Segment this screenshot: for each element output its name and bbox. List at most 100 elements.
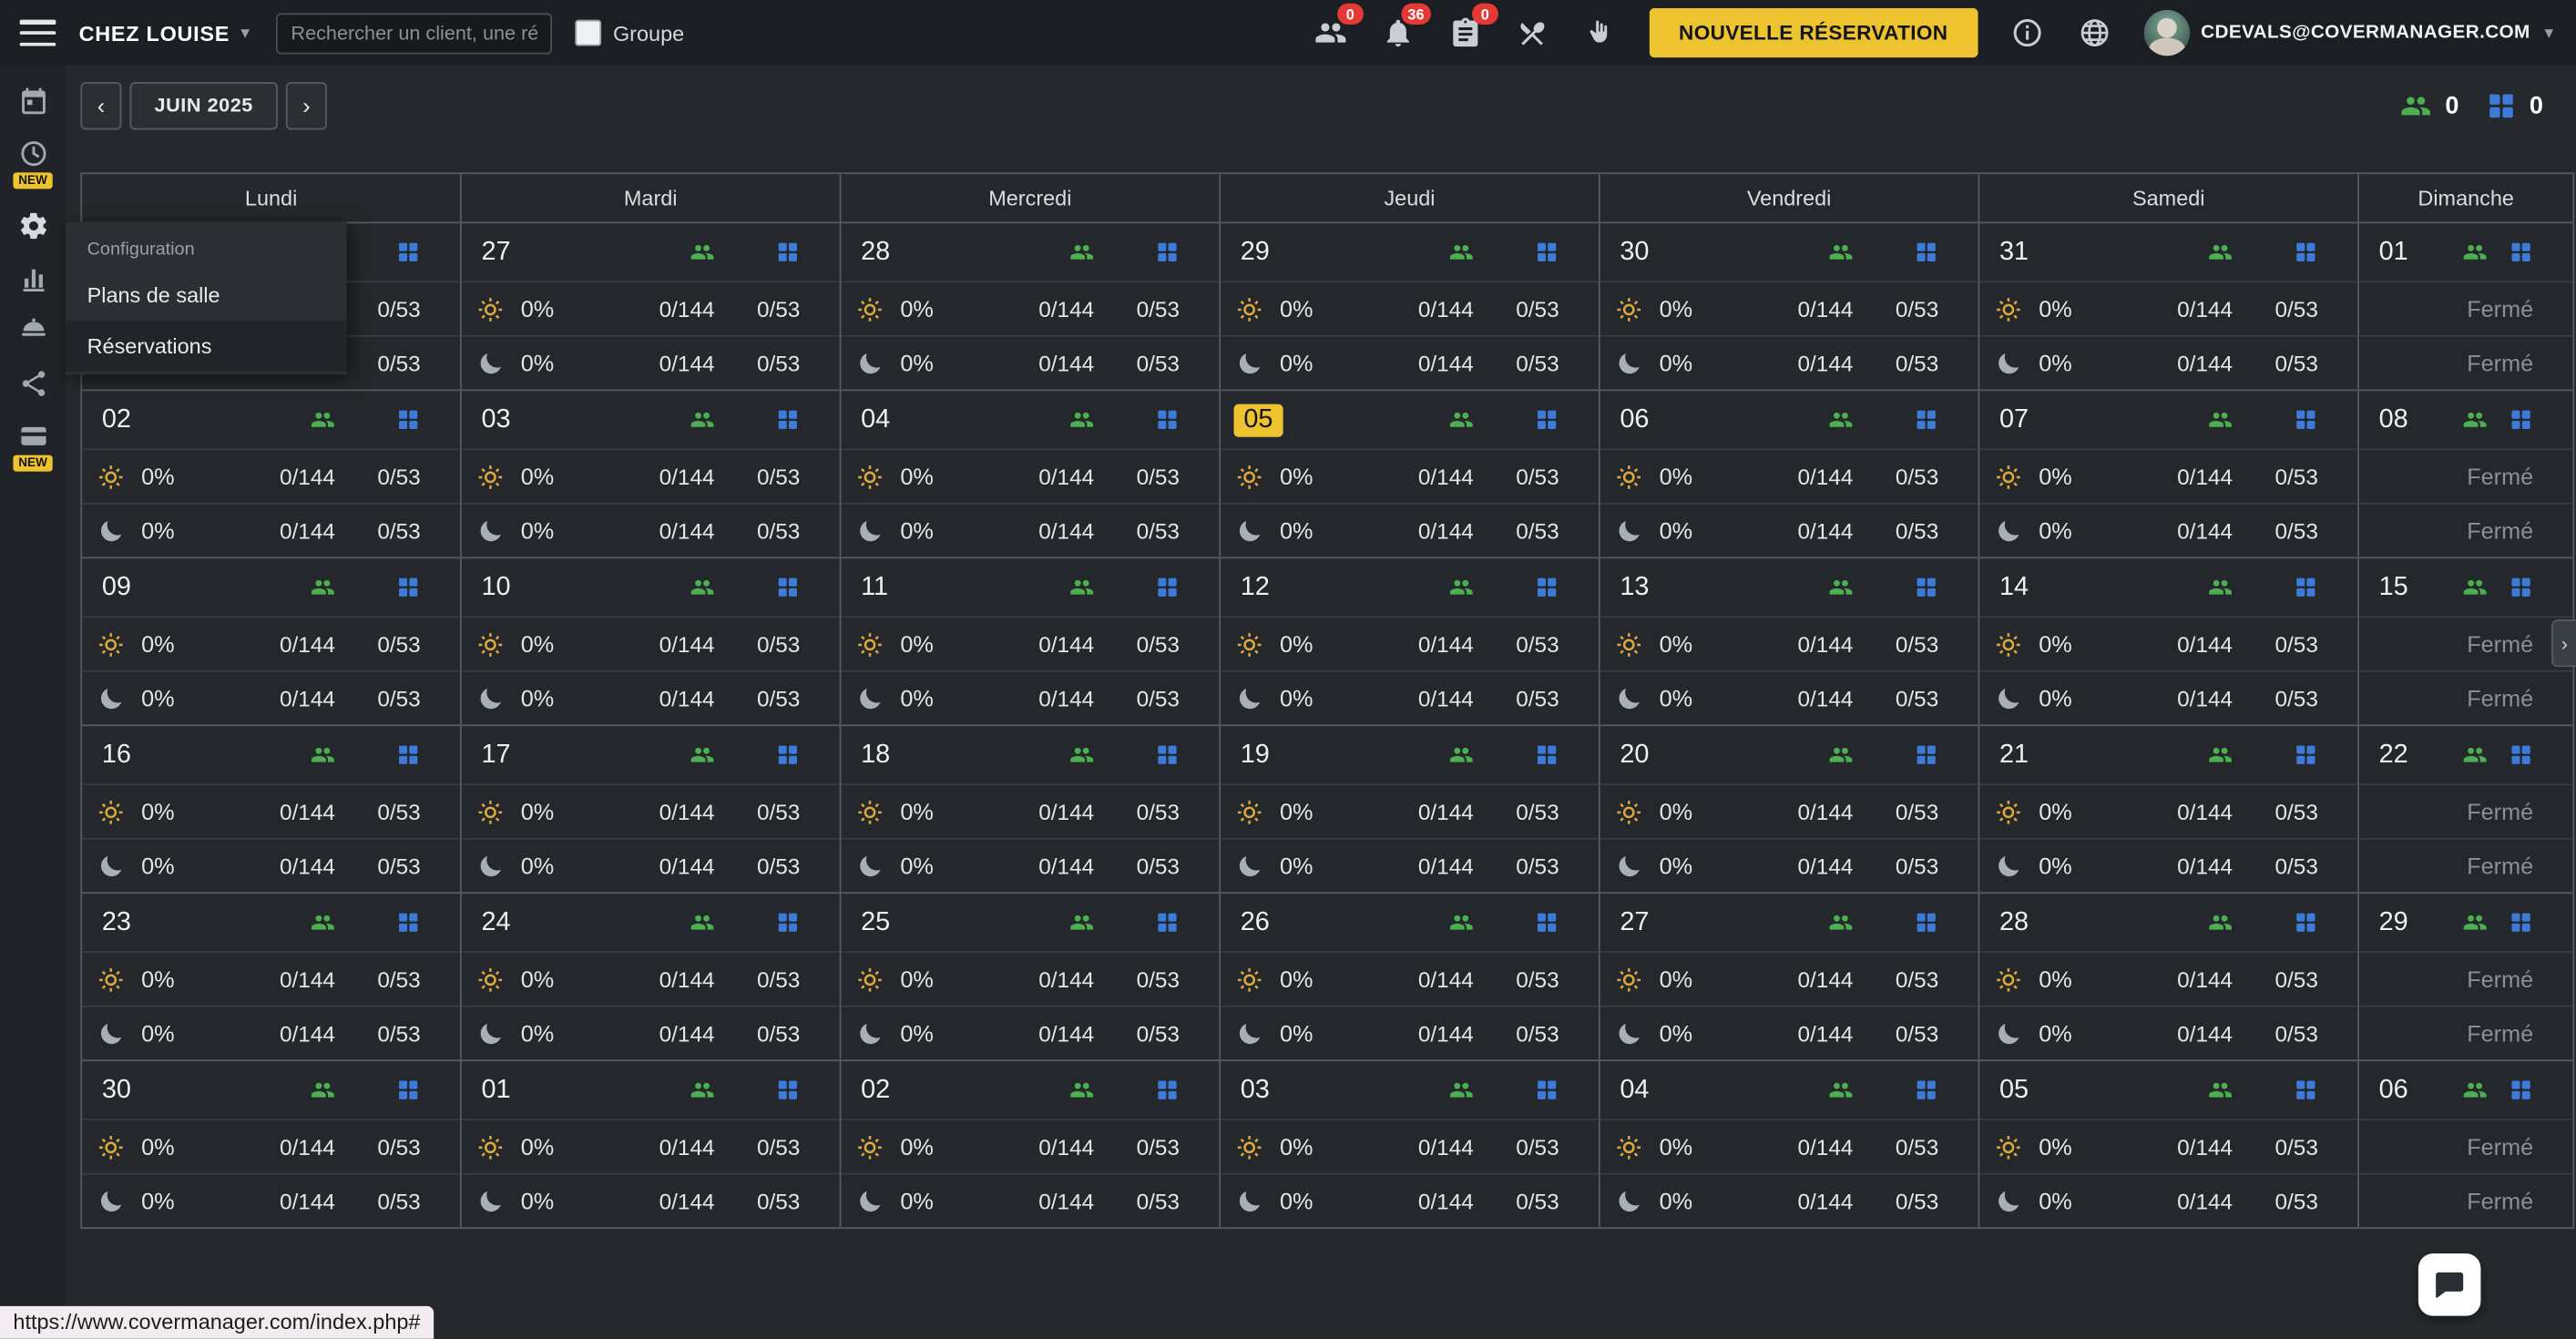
day-cell[interactable]: 19 0% 0/144 0/53 0% 0/144 0/53 [1221, 726, 1600, 892]
dinner-stats-row[interactable]: 0% 0/144 0/53 [82, 503, 460, 557]
dinner-stats-row[interactable]: 0% 0/144 0/53 [1600, 335, 1978, 390]
dinner-stats-row[interactable]: 0% 0/144 0/53 [841, 1173, 1219, 1228]
day-cell[interactable]: 06 FerméFermé [2359, 1061, 2572, 1227]
month-label-button[interactable]: JUIN 2025 [129, 81, 277, 128]
lunch-stats-row[interactable]: 0% 0/144 0/53 [462, 448, 840, 503]
day-cell[interactable]: 30 0% 0/144 0/53 0% 0/144 0/53 [82, 1061, 462, 1227]
dinner-stats-row[interactable]: 0% 0/144 0/53 [1979, 670, 2357, 725]
day-cell[interactable]: 25 0% 0/144 0/53 0% 0/144 0/53 [841, 894, 1221, 1059]
day-cell[interactable]: 05 0% 0/144 0/53 0% 0/144 0/53 [1221, 391, 1600, 557]
dinner-stats-row[interactable]: 0% 0/144 0/53 [82, 670, 460, 725]
lunch-stats-row[interactable]: 0% 0/144 0/53 [82, 951, 460, 1006]
sidebar-item-giftcards[interactable]: NEW [14, 421, 52, 472]
dinner-stats-row[interactable]: 0% 0/144 0/53 [1600, 1006, 1978, 1060]
dinner-stats-row[interactable]: 0% 0/144 0/53 [462, 670, 840, 725]
lunch-stats-row[interactable]: 0% 0/144 0/53 [1221, 448, 1599, 503]
day-cell[interactable]: 04 0% 0/144 0/53 0% 0/144 0/53 [1600, 1061, 1980, 1227]
walkin-button[interactable] [1582, 15, 1619, 51]
dinner-stats-row[interactable]: 0% 0/144 0/53 [462, 335, 840, 390]
lunch-stats-row[interactable]: 0% 0/144 0/53 [841, 783, 1219, 838]
lunch-stats-row[interactable]: 0% 0/144 0/53 [1979, 616, 2357, 670]
day-cell[interactable]: 24 0% 0/144 0/53 0% 0/144 0/53 [462, 894, 842, 1059]
day-cell[interactable]: 20 0% 0/144 0/53 0% 0/144 0/53 [1600, 726, 1980, 892]
lunch-stats-row[interactable]: 0% 0/144 0/53 [82, 783, 460, 838]
customers-button[interactable]: 0 [1313, 15, 1349, 51]
dinner-stats-row[interactable]: 0% 0/144 0/53 [841, 503, 1219, 557]
day-cell[interactable]: 29 0% 0/144 0/53 0% 0/144 0/53 [1221, 223, 1600, 389]
sidebar-item-reports[interactable] [17, 263, 48, 294]
language-button[interactable] [2076, 15, 2112, 51]
lunch-stats-row[interactable]: 0% 0/144 0/53 [1979, 448, 2357, 503]
lunch-stats-row[interactable]: 0% 0/144 0/53 [1979, 281, 2357, 335]
lunch-stats-row[interactable]: 0% 0/144 0/53 [1221, 783, 1599, 838]
lunch-stats-row[interactable]: 0% 0/144 0/53 [1221, 281, 1599, 335]
dinner-stats-row[interactable]: 0% 0/144 0/53 [1221, 670, 1599, 725]
dinner-stats-row[interactable]: 0% 0/144 0/53 [462, 503, 840, 557]
day-cell[interactable]: 26 0% 0/144 0/53 0% 0/144 0/53 [1221, 894, 1600, 1059]
day-cell[interactable]: 08 FerméFermé [2359, 391, 2572, 557]
lunch-stats-row[interactable]: 0% 0/144 0/53 [1600, 281, 1978, 335]
chat-widget-button[interactable] [2418, 1253, 2481, 1316]
lunch-stats-row[interactable]: 0% 0/144 0/53 [462, 1119, 840, 1173]
sidebar-item-orders[interactable] [17, 315, 48, 346]
day-cell[interactable]: 13 0% 0/144 0/53 0% 0/144 0/53 [1600, 558, 1980, 724]
sidebar-item-calendar[interactable] [17, 86, 48, 117]
day-cell[interactable]: 03 0% 0/144 0/53 0% 0/144 0/53 [462, 391, 842, 557]
help-button[interactable] [2009, 15, 2045, 51]
lunch-stats-row[interactable]: 0% 0/144 0/53 [462, 783, 840, 838]
menu-item-plans-de-salle[interactable]: Plans de salle [66, 270, 346, 321]
new-reservation-button[interactable]: NOUVELLE RÉSERVATION [1650, 8, 1978, 57]
day-cell[interactable]: 17 0% 0/144 0/53 0% 0/144 0/53 [462, 726, 842, 892]
day-cell[interactable]: 02 0% 0/144 0/53 0% 0/144 0/53 [841, 1061, 1221, 1227]
dinner-stats-row[interactable]: 0% 0/144 0/53 [1600, 503, 1978, 557]
dinner-stats-row[interactable]: 0% 0/144 0/53 [841, 335, 1219, 390]
lunch-stats-row[interactable]: 0% 0/144 0/53 [1600, 1119, 1978, 1173]
day-cell[interactable]: 21 0% 0/144 0/53 0% 0/144 0/53 [1979, 726, 2359, 892]
lunch-stats-row[interactable]: 0% 0/144 0/53 [82, 1119, 460, 1173]
day-cell[interactable]: 01 FerméFermé [2359, 223, 2572, 389]
account-menu[interactable]: CDEVALS@COVERMANAGER.COM ▼ [2143, 10, 2556, 56]
lunch-stats-row[interactable]: 0% 0/144 0/53 [1600, 783, 1978, 838]
day-cell[interactable]: 30 0% 0/144 0/53 0% 0/144 0/53 [1600, 223, 1980, 389]
dinner-stats-row[interactable]: 0% 0/144 0/53 [1221, 1006, 1599, 1060]
lunch-stats-row[interactable]: 0% 0/144 0/53 [1600, 951, 1978, 1006]
waitlist-button[interactable]: 0 [1447, 15, 1484, 51]
sidebar-item-waitlist[interactable]: NEW [14, 138, 52, 189]
lunch-stats-row[interactable]: 0% 0/144 0/53 [1979, 783, 2357, 838]
day-cell[interactable]: 06 0% 0/144 0/53 0% 0/144 0/53 [1600, 391, 1980, 557]
lunch-stats-row[interactable]: 0% 0/144 0/53 [841, 1119, 1219, 1173]
day-cell[interactable]: 28 0% 0/144 0/53 0% 0/144 0/53 [1979, 894, 2359, 1059]
day-cell[interactable]: 16 0% 0/144 0/53 0% 0/144 0/53 [82, 726, 462, 892]
dinner-stats-row[interactable]: 0% 0/144 0/53 [1600, 838, 1978, 893]
lunch-stats-row[interactable]: 0% 0/144 0/53 [462, 281, 840, 335]
dinner-stats-row[interactable]: 0% 0/144 0/53 [1221, 838, 1599, 893]
dinner-stats-row[interactable]: 0% 0/144 0/53 [1979, 335, 2357, 390]
day-cell[interactable]: 28 0% 0/144 0/53 0% 0/144 0/53 [841, 223, 1221, 389]
side-panel-handle[interactable]: › [2551, 619, 2576, 667]
day-cell[interactable]: 09 0% 0/144 0/53 0% 0/144 0/53 [82, 558, 462, 724]
lunch-stats-row[interactable]: 0% 0/144 0/53 [1221, 616, 1599, 670]
day-cell[interactable]: 11 0% 0/144 0/53 0% 0/144 0/53 [841, 558, 1221, 724]
day-cell[interactable]: 27 0% 0/144 0/53 0% 0/144 0/53 [1600, 894, 1980, 1059]
dinner-stats-row[interactable]: 0% 0/144 0/53 [1221, 335, 1599, 390]
day-cell[interactable]: 29 FerméFermé [2359, 894, 2572, 1059]
day-cell[interactable]: 27 0% 0/144 0/53 0% 0/144 0/53 [462, 223, 842, 389]
next-month-button[interactable]: › [286, 81, 327, 128]
dinner-stats-row[interactable]: 0% 0/144 0/53 [1221, 1173, 1599, 1228]
dinner-stats-row[interactable]: 0% 0/144 0/53 [82, 1173, 460, 1228]
hamburger-menu-icon[interactable] [20, 20, 56, 46]
dinner-stats-row[interactable]: 0% 0/144 0/53 [1600, 670, 1978, 725]
prev-month-button[interactable]: ‹ [80, 81, 121, 128]
lunch-stats-row[interactable]: 0% 0/144 0/53 [1600, 448, 1978, 503]
day-cell[interactable]: 01 0% 0/144 0/53 0% 0/144 0/53 [462, 1061, 842, 1227]
search-input[interactable] [276, 13, 552, 54]
day-cell[interactable]: 22 FerméFermé [2359, 726, 2572, 892]
dinner-stats-row[interactable]: 0% 0/144 0/53 [82, 1006, 460, 1060]
dinner-stats-row[interactable]: 0% 0/144 0/53 [462, 838, 840, 893]
dinner-stats-row[interactable]: 0% 0/144 0/53 [462, 1173, 840, 1228]
day-cell[interactable]: 10 0% 0/144 0/53 0% 0/144 0/53 [462, 558, 842, 724]
notifications-button[interactable]: 36 [1380, 15, 1416, 51]
day-cell[interactable]: 04 0% 0/144 0/53 0% 0/144 0/53 [841, 391, 1221, 557]
dinner-stats-row[interactable]: 0% 0/144 0/53 [82, 838, 460, 893]
lunch-stats-row[interactable]: 0% 0/144 0/53 [841, 448, 1219, 503]
